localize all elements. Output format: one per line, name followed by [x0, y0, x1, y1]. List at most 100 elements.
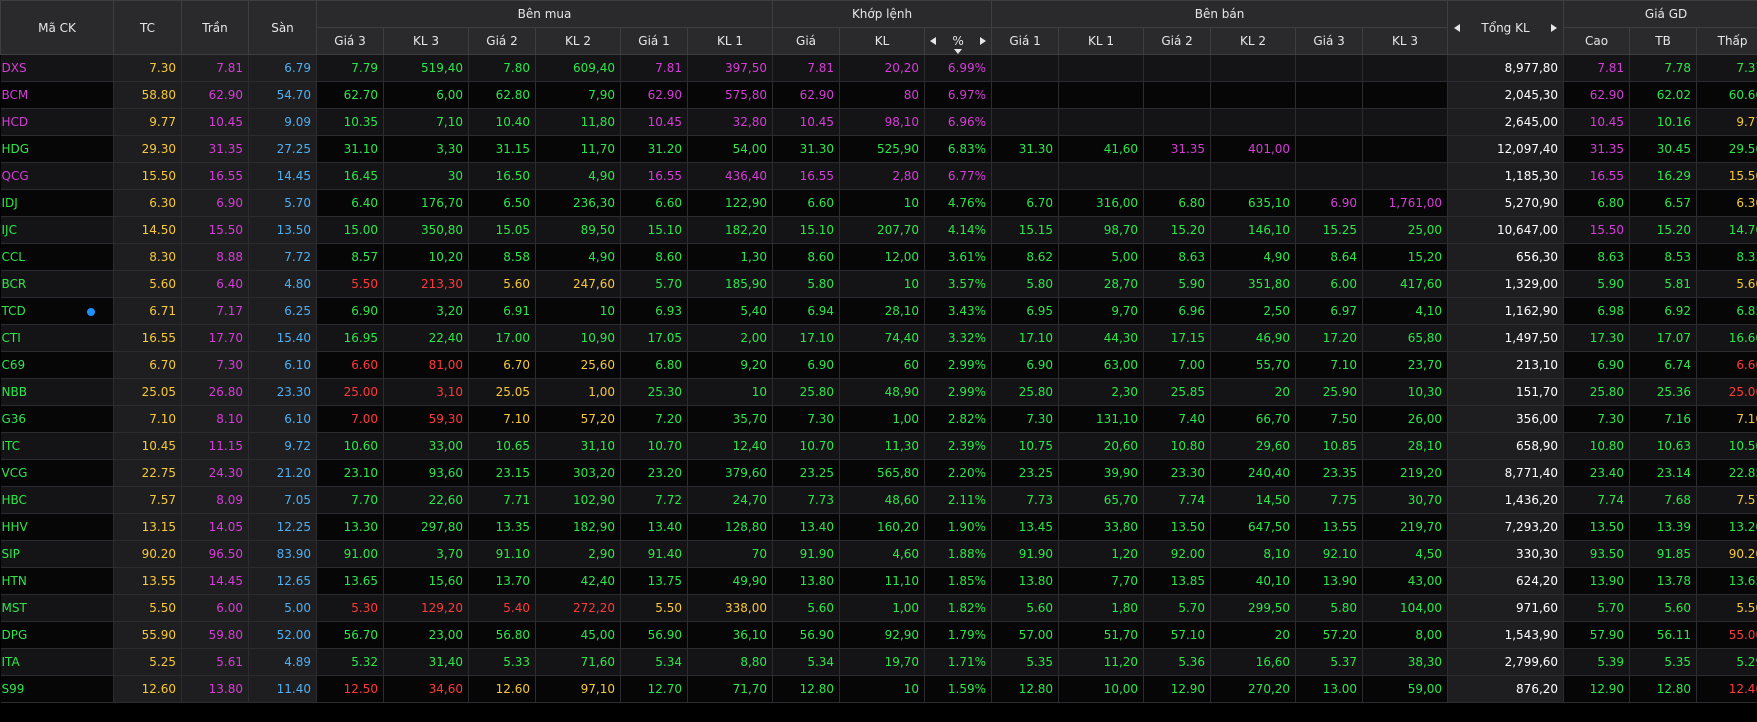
buy-price-1-cell[interactable]: 25.30	[620, 378, 688, 406]
buy-vol-3-cell[interactable]: 59,30	[383, 405, 469, 433]
symbol-cell[interactable]: BCM	[0, 81, 114, 109]
buy-vol-1-cell[interactable]: 122,90	[687, 189, 774, 217]
buy-price-3-cell[interactable]: 12.50	[316, 675, 384, 703]
buy-vol-2-cell[interactable]: 89,50	[535, 216, 621, 244]
buy-price-2-cell[interactable]: 7.71	[468, 486, 536, 514]
sell-price-3-cell[interactable]: 7.75	[1295, 486, 1364, 514]
symbol-cell[interactable]: ITC	[0, 432, 114, 460]
buy-vol-2-cell[interactable]: 11,70	[535, 135, 621, 163]
buy-price-2-cell[interactable]: 10.40	[468, 108, 536, 136]
sell-price-2-cell[interactable]: 15.20	[1143, 216, 1212, 244]
sell-price-2-cell[interactable]: 5.70	[1143, 594, 1212, 622]
sell-vol-3-cell[interactable]: 15,20	[1362, 243, 1449, 271]
buy-vol-1-cell[interactable]: 24,70	[687, 486, 774, 514]
sell-vol-3-cell[interactable]: 10,30	[1362, 378, 1449, 406]
buy-vol-2-cell[interactable]: 11,80	[535, 108, 621, 136]
symbol-cell[interactable]: IDJ	[0, 189, 114, 217]
sell-vol-3-cell[interactable]: 43,00	[1362, 567, 1449, 595]
buy-vol-3-cell[interactable]: 297,80	[383, 513, 469, 541]
buy-price-2-cell[interactable]: 91.10	[468, 540, 536, 568]
symbol-cell[interactable]: HTN	[0, 567, 114, 595]
col-header-high[interactable]: Cao	[1563, 27, 1631, 55]
buy-vol-2-cell[interactable]: 31,10	[535, 432, 621, 460]
col-header-sell-vol-3[interactable]: KL 3	[1362, 27, 1449, 55]
buy-price-3-cell[interactable]: 5.32	[316, 648, 384, 676]
sell-vol-1-cell[interactable]: 20,60	[1058, 432, 1145, 460]
sell-price-3-cell[interactable]: 23.35	[1295, 459, 1364, 487]
sort-desc-icon[interactable]	[954, 49, 963, 54]
arrow-left-icon[interactable]	[930, 37, 937, 45]
buy-price-1-cell[interactable]: 5.34	[620, 648, 688, 676]
buy-vol-2-cell[interactable]: 609,40	[535, 54, 621, 82]
sell-price-1-cell[interactable]	[991, 81, 1060, 109]
buy-vol-2-cell[interactable]: 7,90	[535, 81, 621, 109]
sell-price-2-cell[interactable]: 7.40	[1143, 405, 1212, 433]
sell-vol-3-cell[interactable]: 1,761,00	[1362, 189, 1449, 217]
symbol-cell[interactable]: ITA	[0, 648, 114, 676]
sell-price-3-cell[interactable]: 7.50	[1295, 405, 1364, 433]
buy-price-2-cell[interactable]: 5.33	[468, 648, 536, 676]
table-row[interactable]: VCG 22.75 24.30 21.20 23.10 93,60 23.15 303,20 2…	[0, 459, 1757, 487]
buy-price-3-cell[interactable]: 7.79	[316, 54, 384, 82]
sell-price-3-cell[interactable]: 13.55	[1295, 513, 1364, 541]
buy-price-1-cell[interactable]: 10.45	[620, 108, 688, 136]
col-header-floor[interactable]: Sàn	[248, 0, 317, 55]
table-row[interactable]: QCG 15.50 16.55 14.45 16.45 30 16.50 4,90 16.55 4…	[0, 162, 1757, 190]
sell-vol-1-cell[interactable]: 131,10	[1058, 405, 1145, 433]
sell-vol-2-cell[interactable]: 270,20	[1210, 675, 1297, 703]
buy-price-1-cell[interactable]: 13.40	[620, 513, 688, 541]
buy-vol-3-cell[interactable]: 22,60	[383, 486, 469, 514]
symbol-cell[interactable]: S99	[0, 675, 114, 703]
buy-vol-3-cell[interactable]: 33,00	[383, 432, 469, 460]
buy-vol-3-cell[interactable]: 93,60	[383, 459, 469, 487]
buy-price-1-cell[interactable]: 91.40	[620, 540, 688, 568]
symbol-cell[interactable]: NBB	[0, 378, 114, 406]
table-row[interactable]: C69 6.70 7.30 6.10 6.60 81,00 6.70 25,60 6.80 9,2…	[0, 351, 1757, 379]
sell-price-2-cell[interactable]: 31.35	[1143, 135, 1212, 163]
table-row[interactable]: S99 12.60 13.80 11.40 12.50 34,60 12.60 97,10 12…	[0, 675, 1757, 703]
sell-vol-2-cell[interactable]: 14,50	[1210, 486, 1297, 514]
buy-vol-3-cell[interactable]: 213,30	[383, 270, 469, 298]
buy-price-3-cell[interactable]: 25.00	[316, 378, 384, 406]
sell-price-2-cell[interactable]: 13.50	[1143, 513, 1212, 541]
sell-price-1-cell[interactable]: 31.30	[991, 135, 1060, 163]
buy-price-1-cell[interactable]: 16.55	[620, 162, 688, 190]
buy-price-1-cell[interactable]: 5.50	[620, 594, 688, 622]
sell-vol-3-cell[interactable]: 4,10	[1362, 297, 1449, 325]
sell-price-1-cell[interactable]: 15.15	[991, 216, 1060, 244]
symbol-cell[interactable]: QCG	[0, 162, 114, 190]
sell-price-2-cell[interactable]: 17.15	[1143, 324, 1212, 352]
table-row[interactable]: BCM 58.80 62.90 54.70 62.70 6,00 62.80 7,90 62.9…	[0, 81, 1757, 109]
arrow-right-icon[interactable]	[1551, 23, 1558, 32]
buy-vol-3-cell[interactable]: 519,40	[383, 54, 469, 82]
sell-price-3-cell[interactable]: 17.20	[1295, 324, 1364, 352]
buy-vol-3-cell[interactable]: 34,60	[383, 675, 469, 703]
sell-vol-2-cell[interactable]	[1210, 54, 1297, 82]
symbol-cell[interactable]: IJC	[0, 216, 114, 244]
table-row[interactable]: HDG 29.30 31.35 27.25 31.10 3,30 31.15 11,70 31.…	[0, 135, 1757, 163]
buy-vol-1-cell[interactable]: 54,00	[687, 135, 774, 163]
buy-vol-1-cell[interactable]: 338,00	[687, 594, 774, 622]
sell-price-1-cell[interactable]: 5.35	[991, 648, 1060, 676]
sell-vol-1-cell[interactable]: 33,80	[1058, 513, 1145, 541]
buy-vol-2-cell[interactable]: 4,90	[535, 162, 621, 190]
sell-vol-2-cell[interactable]: 20	[1210, 378, 1297, 406]
buy-vol-1-cell[interactable]: 185,90	[687, 270, 774, 298]
col-header-buy-vol-2[interactable]: KL 2	[535, 27, 621, 55]
sell-price-1-cell[interactable]	[991, 108, 1060, 136]
buy-vol-1-cell[interactable]: 128,80	[687, 513, 774, 541]
sell-price-2-cell[interactable]: 6.80	[1143, 189, 1212, 217]
buy-price-3-cell[interactable]: 5.30	[316, 594, 384, 622]
col-header-match-price[interactable]: Giá	[772, 27, 841, 55]
sell-price-2-cell[interactable]: 8.63	[1143, 243, 1212, 271]
sell-vol-1-cell[interactable]: 7,70	[1058, 567, 1145, 595]
col-header-buy-price-1[interactable]: Giá 1	[620, 27, 688, 55]
sell-vol-1-cell[interactable]: 2,30	[1058, 378, 1145, 406]
sell-vol-3-cell[interactable]: 4,50	[1362, 540, 1449, 568]
col-header-buy-vol-3[interactable]: KL 3	[383, 27, 469, 55]
sell-vol-1-cell[interactable]: 65,70	[1058, 486, 1145, 514]
sell-vol-2-cell[interactable]	[1210, 162, 1297, 190]
sell-vol-3-cell[interactable]	[1362, 162, 1449, 190]
sell-vol-3-cell[interactable]: 417,60	[1362, 270, 1449, 298]
sell-vol-2-cell[interactable]: 2,50	[1210, 297, 1297, 325]
